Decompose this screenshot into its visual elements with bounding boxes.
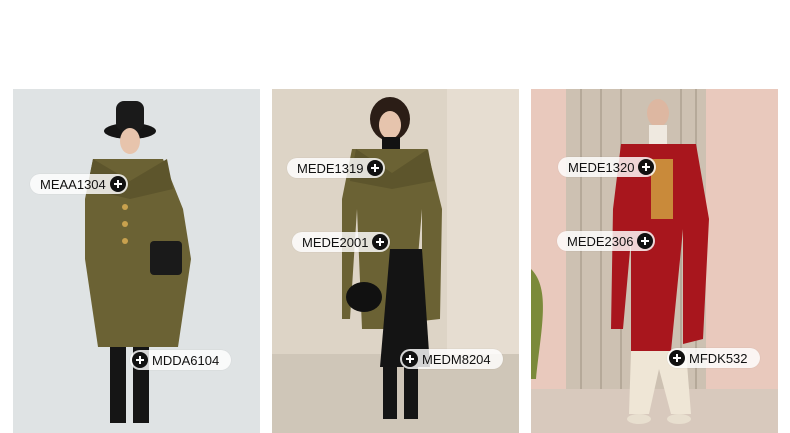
- look-2-photo: [272, 89, 519, 433]
- product-code: MFDK532: [689, 350, 748, 366]
- product-tag[interactable]: MDDA6104: [130, 350, 232, 370]
- product-tag[interactable]: MFDK532: [667, 348, 760, 368]
- plus-icon[interactable]: [638, 159, 655, 175]
- product-code: MDDA6104: [152, 352, 220, 368]
- plus-icon[interactable]: [132, 352, 148, 368]
- plus-icon[interactable]: [669, 350, 685, 366]
- product-tag[interactable]: MEAA1304: [30, 174, 128, 194]
- look-card-3: MEDE1320 MEDE2306 MFDK532: [531, 89, 778, 433]
- product-code: MEDE1320: [568, 159, 635, 175]
- product-code: MEDE2306: [567, 233, 634, 249]
- look-card-2: MEDE1319 MEDE2001 MEDM8204: [272, 89, 519, 433]
- plus-icon[interactable]: [109, 176, 126, 192]
- product-tag[interactable]: MEDM8204: [400, 349, 503, 369]
- look-1-photo: [13, 89, 260, 433]
- product-tag[interactable]: MEDE2306: [557, 231, 656, 251]
- plus-icon[interactable]: [372, 234, 389, 250]
- product-code: MEDE2001: [302, 234, 369, 250]
- product-tag[interactable]: MEDE2001: [292, 232, 391, 252]
- plus-icon[interactable]: [402, 351, 418, 367]
- look-3-photo: [531, 89, 778, 433]
- product-code: MEDE1319: [297, 160, 364, 176]
- product-code: MEAA1304: [40, 176, 106, 192]
- product-tag[interactable]: MEDE1319: [287, 158, 386, 178]
- plus-icon[interactable]: [367, 160, 384, 176]
- product-tag[interactable]: MEDE1320: [558, 157, 657, 177]
- plus-icon[interactable]: [637, 233, 654, 249]
- look-card-1: MEAA1304 MDDA6104: [13, 89, 260, 433]
- product-code: MEDM8204: [422, 351, 491, 367]
